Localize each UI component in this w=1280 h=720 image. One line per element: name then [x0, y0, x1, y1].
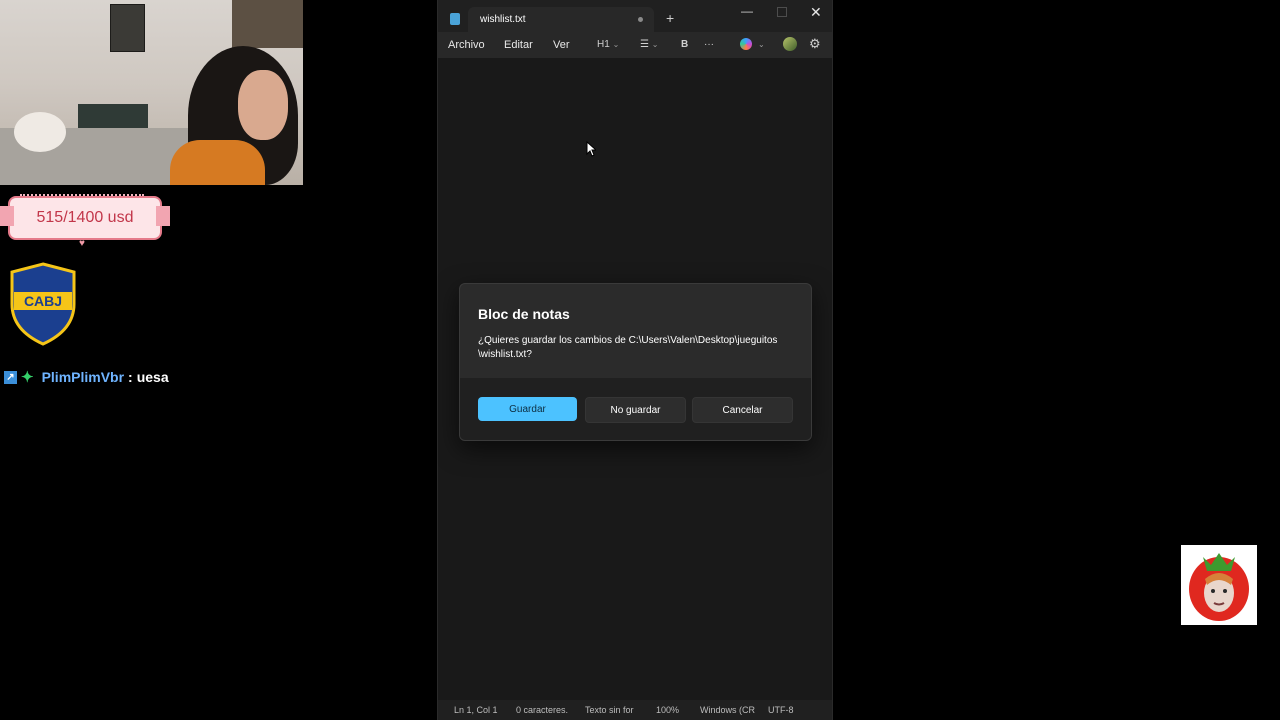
list-icon: ☰ [640, 39, 649, 50]
donation-goal-banner: 515/1400 usd [0, 196, 170, 240]
streamer-face [238, 70, 288, 140]
webcam-feed [0, 0, 303, 185]
menu-ver[interactable]: Ver [553, 39, 570, 51]
chat-separator: : [128, 369, 133, 385]
save-button[interactable]: Guardar [478, 397, 577, 421]
menu-bar: Archivo Editar Ver H1 ⌄ ☰ ⌄ B ··· ⌄ [438, 32, 832, 58]
account-avatar[interactable] [783, 37, 797, 51]
dialog-message: ¿Quieres guardar los cambios de C:\Users… [478, 335, 778, 360]
chevron-down-icon: ⌄ [651, 40, 659, 49]
chevron-down-icon: ⌄ [612, 40, 620, 49]
dialog-title: Bloc de notas [478, 306, 570, 322]
strawberry-character-icon [1189, 553, 1249, 621]
goal-decoration [20, 184, 144, 196]
sparkle-badge-icon: ✦ [21, 368, 34, 386]
line-ending[interactable]: Windows (CR [700, 705, 755, 715]
tab-title: wishlist.txt [480, 14, 526, 25]
title-bar[interactable]: wishlist.txt + — ✕ [438, 0, 832, 32]
gear-icon[interactable]: ⚙ [809, 36, 821, 52]
bold-button[interactable]: B [681, 39, 688, 50]
chat-text: uesa [136, 369, 169, 385]
save-changes-dialog: Bloc de notas ¿Quieres guardar los cambi… [459, 283, 812, 441]
shelf [232, 0, 303, 48]
chat-username: PlimPlimVbr [41, 369, 125, 385]
char-count: 0 caracteres. [516, 705, 569, 715]
status-bar: Ln 1, Col 1 0 caracteres. Texto sin for … [438, 700, 832, 720]
wall-poster [110, 4, 145, 52]
more-options-button[interactable]: ··· [704, 39, 714, 50]
crest-text: CABJ [24, 293, 62, 309]
heading-label: H1 [597, 39, 610, 50]
cursor-position: Ln 1, Col 1 [454, 705, 498, 715]
heart-icon: ♥ [79, 238, 85, 249]
heading-dropdown[interactable]: H1 ⌄ [597, 39, 619, 50]
boca-juniors-crest: CABJ [10, 262, 76, 346]
menu-editar[interactable]: Editar [504, 39, 533, 51]
close-button[interactable]: ✕ [810, 4, 822, 21]
encoding[interactable]: UTF-8 [768, 705, 794, 715]
streamer-shirt [170, 140, 265, 185]
new-tab-button[interactable]: + [666, 11, 674, 25]
donation-goal-text: 515/1400 usd [36, 209, 134, 226]
notepad-app-icon [450, 13, 460, 25]
minimize-button[interactable]: — [741, 4, 753, 18]
dont-save-button[interactable]: No guardar [585, 397, 686, 423]
badge-icon: ↗ [4, 370, 17, 384]
chat-message: ↗ ✦ PlimPlimVbr : uesa [4, 368, 169, 386]
menu-archivo[interactable]: Archivo [448, 39, 485, 51]
tab-wishlist[interactable]: wishlist.txt [468, 7, 654, 32]
mouse-cursor-icon [586, 141, 596, 157]
unsaved-dot-icon[interactable] [638, 17, 643, 22]
list-dropdown[interactable]: ☰ ⌄ [640, 39, 658, 50]
text-format[interactable]: Texto sin for [585, 705, 634, 715]
maximize-button[interactable] [777, 7, 787, 17]
zoom-level[interactable]: 100% [656, 705, 679, 715]
cancel-button[interactable]: Cancelar [692, 397, 793, 423]
pillow [14, 112, 66, 152]
copilot-icon[interactable] [740, 38, 752, 50]
strawberry-sticker [1181, 545, 1257, 625]
copilot-dropdown-chevron[interactable]: ⌄ [758, 39, 765, 50]
